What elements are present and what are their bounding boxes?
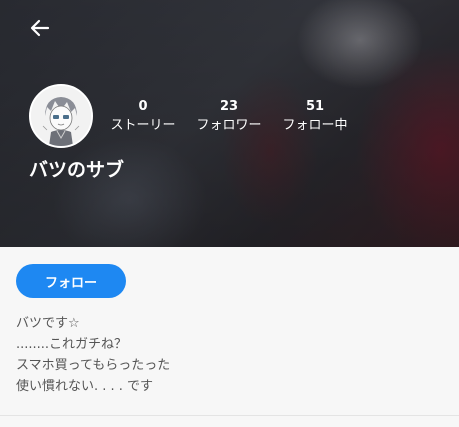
avatar-drawing	[31, 86, 91, 146]
followers-stat[interactable]: 23 フォロワー	[184, 99, 274, 137]
avatar[interactable]	[29, 84, 93, 148]
follow-button[interactable]: フォロー	[16, 264, 126, 298]
profile-header: 0 ストーリー 23 フォロワー 51 フォロー中 バツのサブ	[0, 0, 459, 247]
following-label: フォロー中	[282, 118, 348, 133]
followers-label: フォロワー	[196, 118, 262, 133]
bio-line: ........これガチね？	[16, 337, 128, 352]
bio-line: 使い慣れない. . . . です	[16, 379, 154, 394]
back-button[interactable]	[26, 14, 54, 42]
stories-label: ストーリー	[110, 118, 176, 133]
followers-count: 23	[219, 99, 239, 114]
bio: バツです☆ ........これガチね？ スマホ買ってもらったった 使い慣れない…	[16, 313, 436, 397]
stories-stat[interactable]: 0 ストーリー	[98, 99, 188, 137]
divider	[0, 415, 459, 416]
following-stat[interactable]: 51 フォロー中	[270, 99, 360, 137]
bio-line: スマホ買ってもらったった	[16, 358, 171, 373]
following-count: 51	[305, 99, 325, 114]
profile-name: バツのサブ	[29, 159, 125, 181]
stories-count: 0	[138, 99, 148, 114]
bio-line: バツです☆	[16, 316, 80, 331]
arrow-left-icon	[30, 19, 50, 37]
